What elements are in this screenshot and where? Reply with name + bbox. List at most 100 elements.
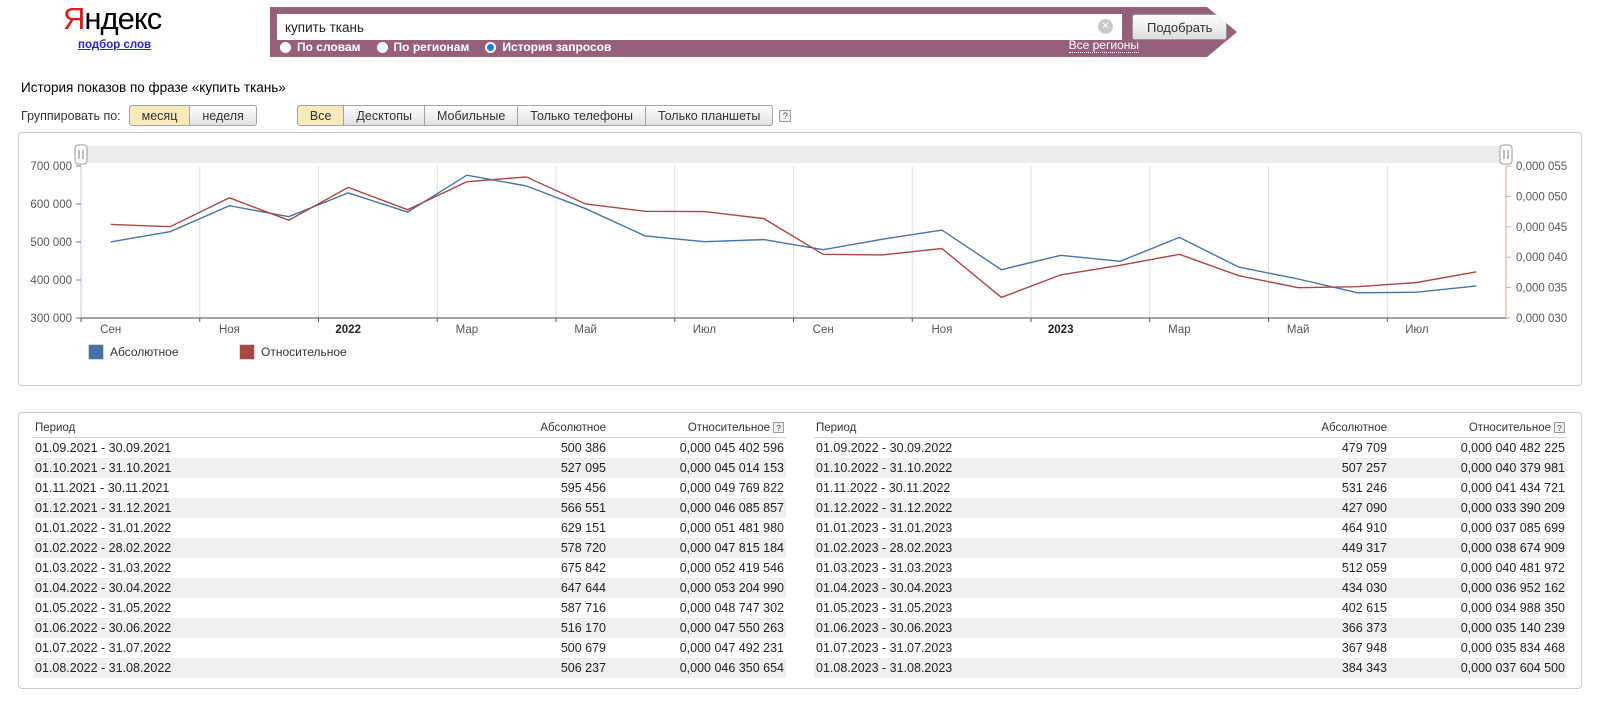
chart-label: 500 000 bbox=[30, 237, 72, 249]
table-row: 01.07.2022 - 31.07.2022 500 679 0,000 04… bbox=[33, 638, 786, 658]
chart-label: 0,000 050 bbox=[1516, 191, 1567, 203]
table-row: 01.09.2021 - 30.09.2021 500 386 0,000 04… bbox=[33, 438, 786, 459]
wordstat-link[interactable]: подбор слов bbox=[78, 39, 151, 51]
clear-search-icon[interactable]: ✕ bbox=[1098, 19, 1113, 34]
relative-cell: 0,000 033 390 209 bbox=[1460, 501, 1565, 515]
mode-radio-selected[interactable]: История запросов bbox=[485, 40, 611, 54]
chart-label: Ноя bbox=[931, 324, 952, 336]
table-row: 01.09.2022 - 30.09.2022 479 709 0,000 04… bbox=[814, 438, 1567, 459]
relative-cell: 0,000 038 674 909 bbox=[1460, 541, 1565, 555]
all-regions-link[interactable]: Все регионы bbox=[1069, 38, 1139, 53]
period-cell: 01.03.2022 - 31.03.2022 bbox=[35, 561, 172, 575]
table-row: 01.11.2022 - 30.11.2022 531 246 0,000 04… bbox=[814, 478, 1567, 498]
period-cell: 01.09.2021 - 30.09.2021 bbox=[35, 441, 172, 455]
absolute-cell: 449 317 bbox=[1341, 541, 1387, 555]
period-cell: 01.08.2022 - 31.08.2022 bbox=[35, 661, 172, 675]
submit-button[interactable]: Подобрать bbox=[1132, 14, 1227, 40]
chart-canvas: Сен Ноя 2022 Мар Май Июл Сен Ноя 2023 Мар Май Июл 70… bbox=[30, 144, 1567, 360]
search-input[interactable] bbox=[277, 14, 1122, 40]
relative-cell: 0,000 035 834 468 bbox=[1460, 641, 1565, 655]
legend-swatch[interactable] bbox=[239, 344, 255, 360]
period-cell: 01.04.2022 - 30.04.2022 bbox=[35, 581, 172, 595]
relative-cell: 0,000 051 481 980 bbox=[679, 521, 784, 535]
absolute-cell: 366 373 bbox=[1341, 621, 1387, 635]
group-by-месяц[interactable]: месяц bbox=[128, 105, 191, 126]
chart-label: 600 000 bbox=[30, 199, 72, 211]
absolute-cell: 595 456 bbox=[560, 481, 606, 495]
relative-cell: 0,000 049 769 822 bbox=[679, 481, 784, 495]
table-row: 01.01.2023 - 31.01.2023 464 910 0,000 03… bbox=[814, 518, 1567, 538]
chart-label: 400 000 bbox=[30, 275, 72, 287]
chart-label: Сен bbox=[100, 324, 121, 336]
group-by-label: Группировать по: bbox=[21, 108, 121, 123]
relative-help-icon[interactable]: ? bbox=[773, 422, 784, 433]
page-title: История показов по фразе «купить ткань» bbox=[21, 80, 286, 95]
data-tables: Период Абсолютное Относительное? 01.09.2… bbox=[18, 412, 1582, 689]
absolute-cell: 629 151 bbox=[560, 521, 606, 535]
device-только-телефоны[interactable]: Только телефоны bbox=[517, 105, 646, 126]
table-row: 01.08.2022 - 31.08.2022 506 237 0,000 04… bbox=[33, 658, 786, 678]
absolute-cell: 507 257 bbox=[1341, 461, 1387, 475]
radio-icon bbox=[377, 42, 388, 53]
relative-help-icon[interactable]: ? bbox=[1554, 422, 1565, 433]
legend-swatch[interactable] bbox=[88, 344, 104, 360]
table-row: 01.04.2022 - 30.04.2022 647 644 0,000 05… bbox=[33, 578, 786, 598]
chart-label: 0,000 045 bbox=[1516, 222, 1567, 234]
help-icon[interactable]: ? bbox=[779, 109, 792, 122]
absolute-cell: 506 237 bbox=[560, 661, 606, 675]
device-десктопы[interactable]: Десктопы bbox=[343, 105, 425, 126]
range-navigator-track[interactable] bbox=[81, 146, 1506, 163]
mode-radio-option[interactable]: По регионам bbox=[377, 40, 470, 54]
navigator-handle-right[interactable] bbox=[1499, 144, 1513, 165]
period-cell: 01.06.2022 - 30.06.2022 bbox=[35, 621, 172, 635]
chart-label: 0,000 030 bbox=[1516, 313, 1567, 325]
period-cell: 01.12.2022 - 31.12.2022 bbox=[816, 501, 953, 515]
table-row: 01.12.2021 - 31.12.2021 566 551 0,000 04… bbox=[33, 498, 786, 518]
period-cell: 01.05.2022 - 31.05.2022 bbox=[35, 601, 172, 615]
relative-cell: 0,000 053 204 990 bbox=[679, 581, 784, 595]
period-cell: 01.11.2021 - 30.11.2021 bbox=[35, 481, 170, 495]
table-row: 01.03.2022 - 31.03.2022 675 842 0,000 05… bbox=[33, 558, 786, 578]
yandex-logo[interactable]: Яндекс bbox=[63, 1, 162, 37]
device-только-планшеты[interactable]: Только планшеты bbox=[644, 105, 774, 126]
relative-cell: 0,000 041 434 721 bbox=[1460, 481, 1565, 495]
device-мобильные[interactable]: Мобильные bbox=[423, 105, 519, 126]
relative-cell: 0,000 037 085 699 bbox=[1460, 521, 1565, 535]
period-cell: 01.07.2022 - 31.07.2022 bbox=[35, 641, 172, 655]
radio-icon bbox=[280, 42, 291, 53]
navigator-handle-left[interactable] bbox=[74, 144, 88, 165]
absolute-cell: 527 095 bbox=[560, 461, 606, 475]
absolute-cell: 566 551 bbox=[560, 501, 606, 515]
period-cell: 01.10.2022 - 31.10.2022 bbox=[816, 461, 953, 475]
history-chart: Сен Ноя 2022 Мар Май Июл Сен Ноя 2023 Мар Май Июл 70… bbox=[18, 132, 1582, 386]
relative-cell: 0,000 048 747 302 bbox=[679, 601, 784, 615]
device-все[interactable]: Все bbox=[296, 105, 345, 126]
search-mode-radios: По словам По регионам История запросов bbox=[280, 40, 611, 54]
absolute-cell: 427 090 bbox=[1341, 501, 1387, 515]
table-row: 01.10.2022 - 31.10.2022 507 257 0,000 04… bbox=[814, 458, 1567, 478]
logo-letter: Я bbox=[63, 1, 85, 36]
col-header-absolute: Абсолютное bbox=[1271, 418, 1389, 438]
relative-cell: 0,000 045 402 596 bbox=[679, 441, 784, 455]
table-left: Период Абсолютное Относительное? 01.09.2… bbox=[19, 418, 800, 678]
absolute-cell: 500 386 bbox=[560, 441, 606, 455]
group-by-неделя[interactable]: неделя bbox=[189, 105, 257, 126]
relative-cell: 0,000 052 419 546 bbox=[679, 561, 784, 575]
chart-label: 700 000 bbox=[30, 161, 72, 173]
relative-cell: 0,000 047 492 231 bbox=[679, 641, 784, 655]
table-row: 01.04.2023 - 30.04.2023 434 030 0,000 03… bbox=[814, 578, 1567, 598]
chart-label: 0,000 055 bbox=[1516, 161, 1567, 173]
table-row: 01.12.2022 - 31.12.2022 427 090 0,000 03… bbox=[814, 498, 1567, 518]
relative-cell: 0,000 040 482 225 bbox=[1460, 441, 1565, 455]
col-header-period: Период bbox=[814, 418, 1271, 438]
mode-radio-option[interactable]: По словам bbox=[280, 40, 361, 54]
chart-label: Ноя bbox=[219, 324, 240, 336]
table-row: 01.02.2022 - 28.02.2022 578 720 0,000 04… bbox=[33, 538, 786, 558]
relative-cell: 0,000 034 988 350 bbox=[1460, 601, 1565, 615]
col-header-absolute: Абсолютное bbox=[490, 418, 608, 438]
relative-cell: 0,000 035 140 239 bbox=[1460, 621, 1565, 635]
absolute-cell: 402 615 bbox=[1341, 601, 1387, 615]
relative-cell: 0,000 046 085 857 bbox=[679, 501, 784, 515]
period-cell: 01.12.2021 - 31.12.2021 bbox=[35, 501, 172, 515]
col-header-period: Период bbox=[33, 418, 490, 438]
